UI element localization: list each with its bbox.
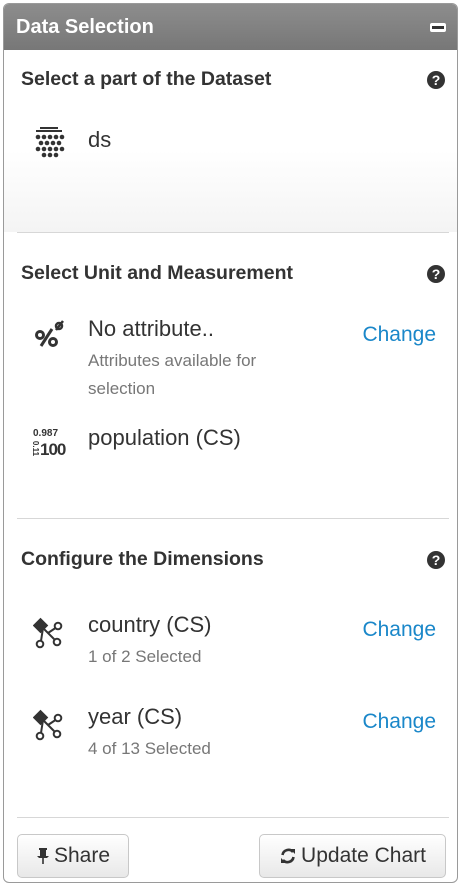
measure-icon-top: 0.987 bbox=[33, 428, 59, 439]
help-icon[interactable]: ? bbox=[427, 551, 445, 569]
data-selection-panel: Data Selection Select a part of the Data… bbox=[3, 3, 458, 883]
divider bbox=[17, 518, 449, 519]
measure-icon: 0.987 0.11 100 bbox=[30, 427, 66, 461]
dimension-label: year (CS) bbox=[88, 704, 183, 729]
dataset-icon bbox=[35, 127, 65, 158]
help-icon[interactable]: ? bbox=[427, 265, 445, 283]
dimension-section-title: Configure the Dimensions bbox=[21, 548, 264, 570]
measure-label[interactable]: population (CS) bbox=[88, 425, 241, 451]
attribute-subtext: Attributes available for selection bbox=[88, 351, 257, 398]
share-label: Share bbox=[53, 844, 111, 867]
percent-icon bbox=[35, 320, 64, 347]
dimension-icon bbox=[33, 709, 63, 741]
collapse-icon[interactable] bbox=[430, 23, 446, 32]
change-dimension-link[interactable]: Change bbox=[362, 710, 436, 734]
update-chart-button[interactable]: Update Chart bbox=[259, 834, 446, 878]
divider bbox=[17, 232, 449, 233]
dimension-selection-count: 4 of 13 Selected bbox=[88, 739, 211, 758]
help-icon[interactable]: ? bbox=[427, 71, 445, 89]
refresh-icon bbox=[281, 849, 296, 864]
dimension-icon bbox=[33, 617, 63, 649]
dimension-label: country (CS) bbox=[88, 612, 212, 637]
panel-header: Data Selection bbox=[4, 4, 457, 50]
share-button[interactable]: Share bbox=[17, 834, 129, 878]
divider bbox=[17, 817, 449, 818]
pushpin-icon bbox=[36, 848, 49, 865]
dimension-selection-count: 1 of 2 Selected bbox=[88, 647, 202, 666]
measure-icon-bottom: 100 bbox=[40, 440, 66, 459]
update-chart-label: Update Chart bbox=[301, 844, 426, 867]
change-dimension-link[interactable]: Change bbox=[362, 618, 436, 642]
unit-section-title: Select Unit and Measurement bbox=[21, 262, 293, 284]
change-attribute-link[interactable]: Change bbox=[362, 323, 436, 347]
measure-icon-side: 0.11 bbox=[31, 440, 41, 457]
dataset-section-title: Select a part of the Dataset bbox=[21, 68, 272, 90]
attribute-label: No attribute.. bbox=[88, 316, 214, 341]
panel-title: Data Selection bbox=[16, 16, 154, 38]
dataset-name[interactable]: ds bbox=[88, 127, 111, 153]
